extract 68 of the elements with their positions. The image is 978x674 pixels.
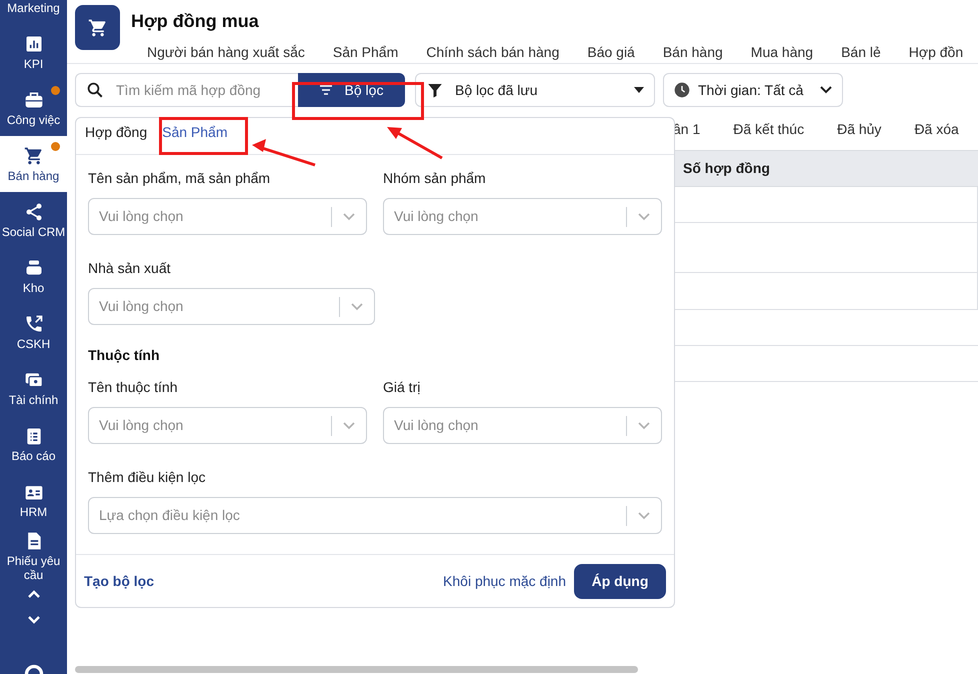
caret-icon xyxy=(634,87,644,93)
search-bar[interactable]: Tìm kiếm mã hợp đồng xyxy=(75,73,298,107)
phone-arrow-icon xyxy=(24,314,44,334)
sidebar-label: Bán hàng xyxy=(8,168,60,182)
stack-icon xyxy=(24,258,44,278)
search-field[interactable]: Tìm kiếm mã hợp đồng xyxy=(116,80,286,100)
sidebar-label: KPI xyxy=(24,56,44,70)
chevron-down-icon xyxy=(351,302,363,310)
sidebar-label: Công việc xyxy=(6,112,60,126)
nav-tab[interactable]: Bán hàng xyxy=(662,42,723,63)
sidebar-label: Social CRM xyxy=(2,224,66,238)
create-filter-link[interactable]: Tạo bộ lọc xyxy=(84,570,154,592)
panel-tab[interactable]: Hợp đồng xyxy=(84,122,148,154)
field-label: Tên sản phẩm, mã sản phẩm xyxy=(88,169,272,188)
nav-tab[interactable]: Người bán hàng xuất sắc xyxy=(147,42,305,63)
chevron-down-icon xyxy=(638,212,650,220)
section-heading: Thuộc tính xyxy=(88,346,161,365)
clock-icon xyxy=(674,82,690,98)
saved-filter-dropdown[interactable]: Bộ lọc đã lưu xyxy=(415,73,655,107)
funnel-icon xyxy=(426,81,444,99)
field-label: Tên thuộc tính xyxy=(88,378,179,397)
sidebar-label: Tài chính xyxy=(8,392,58,406)
status-tab[interactable]: Đã hủy xyxy=(837,118,882,140)
panel-tab[interactable]: Sản Phẩm xyxy=(161,122,228,154)
cart-icon xyxy=(88,18,108,38)
nav-tab[interactable]: Bán lẻ xyxy=(841,42,881,63)
nav-tab[interactable]: Hợp đồn xyxy=(908,42,964,63)
share-icon xyxy=(24,202,44,222)
page-title: Hợp đồng mua xyxy=(131,10,259,33)
sidebar-label: Phiếu yêu cầu xyxy=(6,554,62,582)
search-icon xyxy=(86,81,104,99)
sidebar-label: Kho xyxy=(22,280,44,294)
sidebar-item[interactable]: Bán hàng xyxy=(0,136,67,192)
scrollbar-thumb[interactable] xyxy=(75,666,638,673)
column-header: Số hợp đồng xyxy=(683,159,770,178)
chevron-up-icon[interactable] xyxy=(28,590,40,598)
saved-filter-label: Bộ lọc đã lưu xyxy=(455,80,539,100)
field-label: Nhà sản xuất xyxy=(88,259,172,278)
status-tab[interactable]: Đã kết thúc xyxy=(733,118,804,140)
apply-button[interactable]: Áp dụng xyxy=(574,564,666,598)
time-filter-dropdown[interactable]: Thời gian: Tất cả xyxy=(663,73,843,107)
filter-lines-icon xyxy=(320,85,332,95)
chevron-down-icon xyxy=(820,86,832,94)
reset-defaults-link[interactable]: Khôi phục mặc định xyxy=(443,570,566,592)
filter-button[interactable]: Bộ lọc xyxy=(298,73,405,107)
time-filter-label: Thời gian: Tất cả xyxy=(698,80,804,100)
field-label: Thêm điều kiện lọc xyxy=(88,468,207,487)
chevron-down-icon xyxy=(638,422,650,430)
annotation-arrow xyxy=(252,139,316,166)
sidebar-label: CSKH xyxy=(16,336,50,350)
briefcase-icon xyxy=(24,90,44,110)
nav-tab[interactable]: Sản Phẩm xyxy=(332,42,398,63)
chevron-down-icon xyxy=(638,512,650,520)
cart-icon xyxy=(24,146,44,166)
chevron-down-icon xyxy=(343,422,355,430)
bar-chart-icon xyxy=(24,34,44,54)
field-label: Nhóm sản phẩm xyxy=(383,169,487,188)
sidebar-label: HRM xyxy=(20,504,48,518)
nav-tab[interactable]: Báo giá xyxy=(587,42,635,63)
annotation-arrow xyxy=(387,127,443,160)
nav-tab[interactable]: Mua hàng xyxy=(750,42,814,63)
chevron-down-icon[interactable] xyxy=(28,616,40,624)
sidebar-label: Marketing xyxy=(7,0,60,14)
status-tab[interactable]: Đã xóa xyxy=(914,118,959,140)
nav-tab[interactable]: Chính sách bán hàng xyxy=(426,42,560,63)
sidebar-label: Báo cáo xyxy=(11,448,56,462)
chevron-down-icon xyxy=(343,212,355,220)
field-label: Giá trị xyxy=(383,378,422,397)
